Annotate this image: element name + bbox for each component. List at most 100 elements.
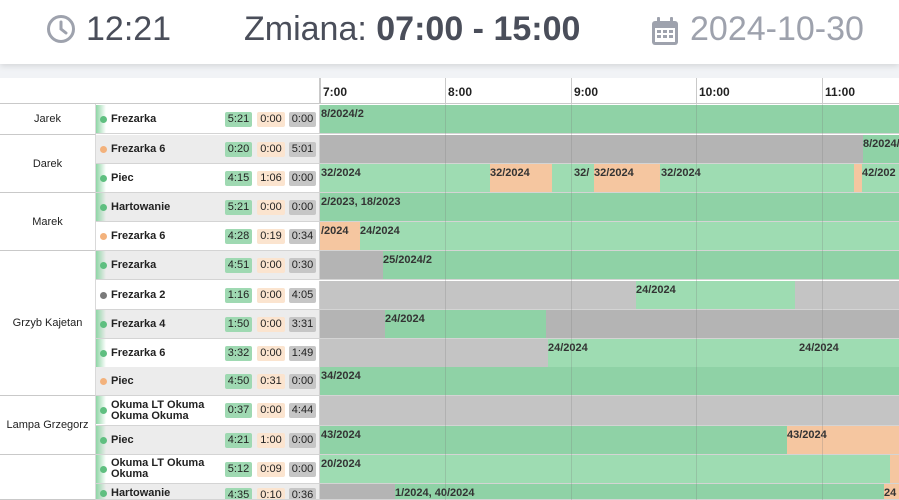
machine-row[interactable]: Piec 4:50 0:31 0:00 34/2024 [96,367,899,396]
machine-name: Okuma LT Okuma Okuma Okuma [111,398,205,422]
time-tick: 8:00 [445,78,472,104]
timeline-track[interactable]: 8/2024/2 [320,105,899,133]
run-time: 5:21 [225,200,252,215]
job-segment[interactable] [548,339,899,367]
job-label: 25/2024/2 [383,254,432,266]
machine-row[interactable]: Okuma LT Okuma Okuma Okuma 0:37 0:00 4:4… [96,396,899,426]
status-dot [100,292,107,299]
machine-row[interactable]: Piec 4:15 1:06 0:00 32/2024 32/2024 32/ … [96,164,899,193]
idle-time: 0:00 [289,374,316,389]
run-time: 1:16 [225,288,252,303]
machine-cell: Piec 4:15 1:06 0:00 [96,164,320,192]
job-label: 34/2024 [321,370,361,382]
job-segment[interactable] [360,222,899,250]
run-time: 5:21 [225,112,252,127]
setup-time: 0:00 [257,200,285,215]
timeline-track[interactable]: 34/2024 [320,367,899,395]
idle-time: 0:00 [289,433,316,448]
machine-row[interactable]: Frezarka 6 3:32 0:00 1:49 24/2024 24/202… [96,339,899,368]
operator-name [0,455,96,500]
timeline-track[interactable]: 2/2023, 18/2023 [320,193,899,221]
machine-row[interactable]: Hartowanie 5:21 0:00 0:00 2/2023, 18/202… [96,193,899,222]
operator-name: Lampa Grzegorz [0,396,96,455]
status-dot [100,204,107,211]
setup-segment[interactable] [854,164,862,192]
job-segment[interactable] [320,455,890,483]
operator-name: Marek [0,193,96,251]
job-segment[interactable] [320,367,899,395]
status-dot [100,116,107,123]
status-dot [100,378,107,385]
machine-row[interactable]: Frezarka 5:21 0:00 0:00 8/2024/2 [96,105,899,134]
status-dot [100,437,107,444]
time-tick: 10:00 [696,78,730,104]
machine-row[interactable]: Piec 4:21 1:00 0:00 43/2024 43/2024 [96,426,899,455]
machine-name: Okuma LT Okuma Okuma [111,457,205,480]
job-label: 43/2024 [787,429,827,441]
timeline-track[interactable]: 24/2024 [320,310,899,338]
job-label: 24/2024 [548,342,588,354]
setup-time: 0:00 [257,317,285,332]
job-label: 8/2024/ [863,138,899,150]
machine-row[interactable]: Frezarka 2 1:16 0:00 4:05 24/2024 [96,281,899,310]
idle-segment [320,484,395,499]
job-label: 24/2024 [385,313,425,325]
run-time: 5:12 [225,462,252,477]
setup-segment[interactable] [890,455,899,483]
job-label: 32/2024 [594,167,634,179]
timeline-track[interactable]: 24/2024 24/2024 [320,339,899,367]
machine-row[interactable]: Frezarka 6 0:20 0:00 5:01 8/2024/ [96,135,899,164]
status-dot [100,407,107,414]
shift-label: Zmiana: [244,10,377,48]
machine-row[interactable]: Frezarka 6 4:28 0:19 0:34 /2024 24/2024 [96,222,899,251]
idle-time: 3:31 [289,317,316,332]
top-header: 12:21 Zmiana: 07:00 - 15:00 2024-10-30 [0,0,899,64]
run-time: 1:50 [225,317,252,332]
current-time: 12:21 [86,10,172,48]
idle-time: 4:05 [289,288,316,303]
job-segment[interactable] [320,426,787,454]
idle-segment [320,310,385,338]
idle-time: 0:00 [289,462,316,477]
machine-row[interactable]: Frezarka 4 1:50 0:00 3:31 24/2024 [96,310,899,339]
timeline-track[interactable]: 1/2024, 40/2024 24 [320,484,899,499]
job-segment[interactable] [320,105,899,133]
job-segment[interactable] [320,193,899,221]
shift-info: Zmiana: 07:00 - 15:00 [244,10,580,49]
hour-gridline [445,104,446,500]
machine-row[interactable]: Frezarka 4:51 0:00 0:30 25/2024/2 [96,251,899,280]
machine-name: Frezarka 6 [111,229,166,242]
setup-time: 0:00 [257,346,285,361]
machine-row[interactable]: Hartowanie 4:35 0:10 0:36 1/2024, 40/202… [96,484,899,500]
job-label: 24/2024 [636,284,676,296]
idle-time: 0:00 [289,171,316,186]
timeline-track[interactable]: 20/2024 [320,455,899,483]
run-time: 4:51 [225,258,252,273]
status-dot [100,490,107,497]
run-time: 0:20 [225,142,252,157]
timeline-track[interactable]: 43/2024 43/2024 [320,426,899,454]
machine-cell: Hartowanie 5:21 0:00 0:00 [96,193,320,221]
machine-cell: Frezarka 6 0:20 0:00 5:01 [96,135,320,163]
idle-time: 0:00 [289,200,316,215]
run-time: 4:35 [225,488,252,499]
timeline-track[interactable]: /2024 24/2024 [320,222,899,250]
timeline-track[interactable]: 8/2024/ [320,135,899,163]
timeline-track[interactable]: 25/2024/2 [320,251,899,279]
machine-name: Frezarka [111,258,157,271]
timeline-track[interactable]: 24/2024 [320,281,899,309]
machine-name: Piec [111,433,134,446]
current-date: 2024-10-30 [690,10,864,48]
hour-gridline [822,104,823,500]
timeline-track[interactable] [320,396,899,425]
timeline-track[interactable]: 32/2024 32/2024 32/ 32/2024 32/2024 42/2… [320,164,899,192]
idle-segment [320,339,548,367]
setup-time: 1:06 [257,171,285,186]
job-label: 32/2024 [321,167,361,179]
setup-time: 0:09 [257,462,285,477]
status-dot [100,175,107,182]
machine-row[interactable]: Okuma LT Okuma Okuma 5:12 0:09 0:00 20/2… [96,455,899,484]
status-dot [100,466,107,473]
hour-gridline [696,104,697,500]
idle-time: 5:01 [289,142,316,157]
